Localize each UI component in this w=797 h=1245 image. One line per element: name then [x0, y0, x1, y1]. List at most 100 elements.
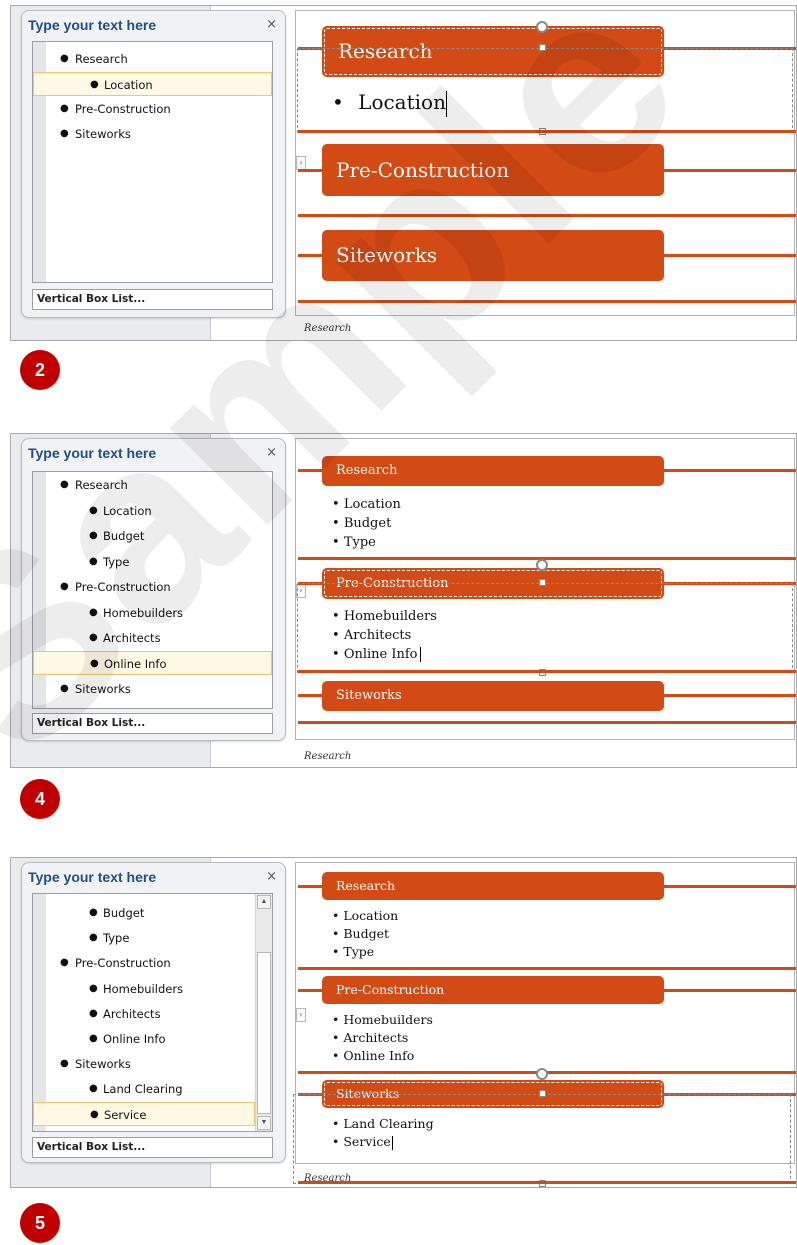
list-item[interactable]: ● Pre-Construction	[33, 97, 272, 121]
rotate-icon[interactable]	[536, 21, 548, 33]
bullet-text: Type	[343, 535, 376, 550]
resize-handle[interactable]	[539, 44, 546, 51]
list-item[interactable]: ● Architects	[33, 626, 272, 650]
bullet-list-pre-construction[interactable]: • Homebuilders • Architects • Online Inf…	[332, 1011, 433, 1065]
list-item-label: Service	[104, 1108, 147, 1122]
list-item-label: Type	[103, 931, 130, 945]
divider-line	[298, 214, 796, 217]
bullet-icon: ●	[89, 1083, 98, 1094]
list-item[interactable]: ● Homebuilders	[33, 601, 272, 625]
list-item[interactable]: ● Pre-Construction	[33, 575, 272, 599]
list-item[interactable]: ● Online Info	[33, 651, 272, 675]
list-item[interactable]: ● Siteworks	[33, 122, 272, 146]
list-item-label: Land Clearing	[103, 1082, 183, 1096]
text-caret	[445, 90, 447, 117]
shape-pre-construction[interactable]: Pre-Construction	[322, 144, 664, 196]
bullet-icon: ●	[89, 932, 98, 943]
list-item[interactable]: ● Land Clearing	[33, 1077, 272, 1101]
list-item[interactable]: ● Budget	[33, 901, 272, 925]
divider-line	[664, 254, 796, 257]
divider-line	[298, 885, 322, 888]
list-item[interactable]: ● Service	[33, 1102, 255, 1126]
divider-line	[298, 169, 322, 172]
text-pane: Type your text here × ● Research ● Locat…	[21, 438, 286, 741]
bullet-text: Land Clearing	[343, 1116, 434, 1131]
bullet-icon: ●	[60, 103, 69, 114]
divider-line	[298, 1181, 796, 1184]
bullet-item: • Type	[332, 535, 376, 550]
scroll-down-icon[interactable]: ▼	[257, 1116, 271, 1130]
bullet-icon: •	[332, 90, 344, 114]
list-item[interactable]: ● Siteworks	[33, 1052, 272, 1076]
layout-link[interactable]: Vertical Box List...	[32, 289, 273, 310]
list-item-label: Research	[75, 52, 128, 66]
shape-research[interactable]: Research	[322, 456, 664, 486]
bullet-list-pre-construction[interactable]: • Homebuilders • Architects • Online Inf…	[332, 607, 437, 664]
scrollbar-thumb[interactable]	[257, 952, 271, 1114]
expand-pane-icon[interactable]: ›	[296, 156, 306, 170]
bullet-icon: ●	[60, 957, 69, 968]
list-item[interactable]: ● Type	[33, 926, 272, 950]
bullet-icon: ●	[89, 983, 98, 994]
list-item-label: Budget	[103, 906, 145, 920]
divider-line	[664, 169, 796, 172]
divider-line	[298, 254, 322, 257]
shape-pre-construction[interactable]: Pre-Construction	[322, 976, 664, 1004]
expand-pane-icon[interactable]: ›	[296, 1008, 306, 1022]
rotate-icon[interactable]	[536, 559, 548, 571]
bullet-text: Budget	[343, 516, 392, 531]
shape-siteworks[interactable]: Siteworks	[322, 230, 664, 281]
shape-siteworks[interactable]: Siteworks	[322, 681, 664, 711]
list-item[interactable]: ● Location	[33, 499, 272, 523]
close-icon[interactable]: ×	[266, 869, 277, 884]
pane-list[interactable]: ● Research ● Location ● Pre-Construction…	[32, 41, 273, 283]
text-pane: Type your text here × ● Research ● Locat…	[21, 10, 286, 318]
list-item[interactable]: ● Budget	[33, 524, 272, 548]
divider-line	[298, 670, 796, 673]
pane-list[interactable]: ● Budget ● Type ● Pre-Construction ● Hom…	[32, 893, 273, 1132]
scroll-up-icon[interactable]: ▲	[257, 895, 271, 909]
list-item[interactable]: ● Location	[33, 72, 272, 96]
bullet-list-research[interactable]: • Location • Budget • Type	[332, 495, 401, 552]
divider-line	[298, 130, 796, 133]
rotate-icon[interactable]	[536, 1068, 548, 1080]
bullet-icon: ●	[60, 479, 69, 490]
bullet-list-siteworks[interactable]: • Land Clearing • Service	[332, 1115, 434, 1151]
divider-line	[298, 300, 796, 303]
bullet-item: • Architects	[332, 1030, 409, 1045]
bullet-icon: ●	[89, 556, 98, 567]
bullet-item: • Homebuilders	[332, 1012, 433, 1027]
list-item-label: Online Info	[103, 1032, 166, 1046]
close-icon[interactable]: ×	[266, 445, 277, 460]
bullet-item: • Budget	[332, 926, 390, 941]
close-icon[interactable]: ×	[266, 17, 277, 32]
list-item[interactable]: ● Research	[33, 473, 272, 497]
list-item-label: Budget	[103, 529, 145, 543]
list-item[interactable]: ● Siteworks	[33, 677, 272, 701]
shape-research[interactable]: Research	[322, 872, 664, 900]
list-item[interactable]: ● Pre-Construction	[33, 951, 272, 975]
list-item-label: Type	[103, 555, 130, 569]
layout-link[interactable]: Vertical Box List...	[32, 1137, 273, 1158]
resize-handle[interactable]	[539, 579, 546, 586]
list-item[interactable]: ● Online Info	[33, 1027, 272, 1051]
bullet-item: • Online Info	[332, 645, 437, 664]
list-item[interactable]: ● Homebuilders	[33, 977, 272, 1001]
bullet-icon: ●	[89, 505, 98, 516]
pane-title: Type your text here	[28, 869, 157, 885]
divider-line	[664, 989, 796, 992]
divider-line	[298, 557, 796, 560]
pane-list[interactable]: ● Research ● Location ● Budget ● Type ● …	[32, 471, 273, 709]
list-item[interactable]: ● Type	[33, 550, 272, 574]
list-item-label: Online Info	[104, 657, 167, 671]
bullet-text: Online Info	[343, 1048, 415, 1063]
bullet-icon: ●	[60, 128, 69, 139]
bullet-text: Homebuilders	[343, 609, 437, 624]
layout-link[interactable]: Vertical Box List...	[32, 713, 273, 734]
bullet-list-research[interactable]: • Location • Budget • Type	[332, 907, 398, 961]
bullet-list[interactable]: • Location	[332, 90, 447, 117]
resize-handle[interactable]	[539, 1090, 546, 1097]
list-item[interactable]: ● Research	[33, 47, 272, 71]
scrollbar[interactable]: ▲ ▼	[255, 894, 272, 1131]
list-item[interactable]: ● Architects	[33, 1002, 272, 1026]
